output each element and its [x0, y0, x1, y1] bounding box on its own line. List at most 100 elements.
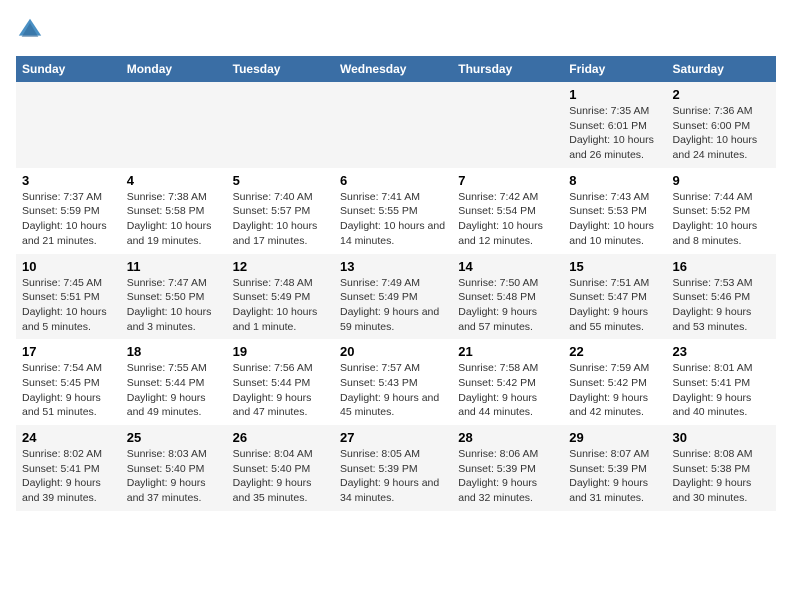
calendar-week-row: 17Sunrise: 7:54 AM Sunset: 5:45 PM Dayli…: [16, 339, 776, 425]
day-info: Sunrise: 7:47 AM Sunset: 5:50 PM Dayligh…: [127, 276, 221, 335]
day-number: 28: [458, 430, 557, 445]
day-info: Sunrise: 7:35 AM Sunset: 6:01 PM Dayligh…: [569, 104, 660, 163]
day-number: 14: [458, 259, 557, 274]
day-info: Sunrise: 7:48 AM Sunset: 5:49 PM Dayligh…: [233, 276, 328, 335]
calendar-cell: 1 Sunrise: 7:35 AM Sunset: 6:01 PM Daylig…: [563, 82, 666, 168]
day-number: 11: [127, 259, 221, 274]
day-info: Sunrise: 7:43 AM Sunset: 5:53 PM Dayligh…: [569, 190, 660, 249]
day-info: Sunrise: 8:04 AM Sunset: 5:40 PM Dayligh…: [233, 447, 328, 506]
day-number: 7: [458, 173, 557, 188]
logo-icon: [16, 16, 44, 44]
day-info: Sunrise: 7:40 AM Sunset: 5:57 PM Dayligh…: [233, 190, 328, 249]
day-number: 4: [127, 173, 221, 188]
day-info: Sunrise: 8:02 AM Sunset: 5:41 PM Dayligh…: [22, 447, 115, 506]
day-info: Sunrise: 7:41 AM Sunset: 5:55 PM Dayligh…: [340, 190, 446, 249]
day-info: Sunrise: 7:49 AM Sunset: 5:49 PM Dayligh…: [340, 276, 446, 335]
calendar-cell: 3 Sunrise: 7:37 AM Sunset: 5:59 PM Daylig…: [16, 168, 121, 254]
day-info: Sunrise: 7:57 AM Sunset: 5:43 PM Dayligh…: [340, 361, 446, 420]
day-info: Sunrise: 8:06 AM Sunset: 5:39 PM Dayligh…: [458, 447, 557, 506]
day-info: Sunrise: 7:36 AM Sunset: 6:00 PM Dayligh…: [673, 104, 770, 163]
day-number: 3: [22, 173, 115, 188]
calendar-week-row: 3 Sunrise: 7:37 AM Sunset: 5:59 PM Daylig…: [16, 168, 776, 254]
calendar-cell: 7 Sunrise: 7:42 AM Sunset: 5:54 PM Daylig…: [452, 168, 563, 254]
day-info: Sunrise: 7:51 AM Sunset: 5:47 PM Dayligh…: [569, 276, 660, 335]
calendar-cell: 18Sunrise: 7:55 AM Sunset: 5:44 PM Dayli…: [121, 339, 227, 425]
day-info: Sunrise: 7:45 AM Sunset: 5:51 PM Dayligh…: [22, 276, 115, 335]
calendar-cell: 23 Sunrise: 8:01 AM Sunset: 5:41 PM Dayli…: [667, 339, 776, 425]
day-number: 16: [673, 259, 770, 274]
day-number: 1: [569, 87, 660, 102]
calendar-cell: 28 Sunrise: 8:06 AM Sunset: 5:39 PM Dayli…: [452, 425, 563, 511]
calendar-cell: 6 Sunrise: 7:41 AM Sunset: 5:55 PM Daylig…: [334, 168, 452, 254]
day-number: 21: [458, 344, 557, 359]
day-number: 19: [233, 344, 328, 359]
calendar-cell: 14Sunrise: 7:50 AM Sunset: 5:48 PM Dayli…: [452, 254, 563, 340]
weekday-header-friday: Friday: [563, 56, 666, 82]
calendar-cell: 8 Sunrise: 7:43 AM Sunset: 5:53 PM Daylig…: [563, 168, 666, 254]
day-info: Sunrise: 8:07 AM Sunset: 5:39 PM Dayligh…: [569, 447, 660, 506]
day-info: Sunrise: 7:56 AM Sunset: 5:44 PM Dayligh…: [233, 361, 328, 420]
calendar-cell: 13 Sunrise: 7:49 AM Sunset: 5:49 PM Dayli…: [334, 254, 452, 340]
day-info: Sunrise: 7:54 AM Sunset: 5:45 PM Dayligh…: [22, 361, 115, 420]
calendar-cell: 16 Sunrise: 7:53 AM Sunset: 5:46 PM Dayli…: [667, 254, 776, 340]
day-info: Sunrise: 7:38 AM Sunset: 5:58 PM Dayligh…: [127, 190, 221, 249]
day-number: 13: [340, 259, 446, 274]
day-number: 5: [233, 173, 328, 188]
calendar-cell: 4 Sunrise: 7:38 AM Sunset: 5:58 PM Daylig…: [121, 168, 227, 254]
day-number: 25: [127, 430, 221, 445]
day-number: 6: [340, 173, 446, 188]
calendar-cell: 19 Sunrise: 7:56 AM Sunset: 5:44 PM Dayli…: [227, 339, 334, 425]
calendar-cell: 11 Sunrise: 7:47 AM Sunset: 5:50 PM Dayli…: [121, 254, 227, 340]
day-info: Sunrise: 7:55 AM Sunset: 5:44 PM Dayligh…: [127, 361, 221, 420]
calendar-cell: 17Sunrise: 7:54 AM Sunset: 5:45 PM Dayli…: [16, 339, 121, 425]
calendar-cell: 27 Sunrise: 8:05 AM Sunset: 5:39 PM Dayli…: [334, 425, 452, 511]
day-info: Sunrise: 8:08 AM Sunset: 5:38 PM Dayligh…: [673, 447, 770, 506]
weekday-header-saturday: Saturday: [667, 56, 776, 82]
day-number: 8: [569, 173, 660, 188]
day-number: 10: [22, 259, 115, 274]
calendar-week-row: 1 Sunrise: 7:35 AM Sunset: 6:01 PM Daylig…: [16, 82, 776, 168]
calendar-cell: 24Sunrise: 8:02 AM Sunset: 5:41 PM Dayli…: [16, 425, 121, 511]
calendar-cell: [121, 82, 227, 168]
weekday-header-wednesday: Wednesday: [334, 56, 452, 82]
day-number: 2: [673, 87, 770, 102]
calendar-cell: 9Sunrise: 7:44 AM Sunset: 5:52 PM Daylig…: [667, 168, 776, 254]
day-info: Sunrise: 7:44 AM Sunset: 5:52 PM Dayligh…: [673, 190, 770, 249]
day-number: 26: [233, 430, 328, 445]
logo: [16, 16, 48, 44]
calendar-cell: 5 Sunrise: 7:40 AM Sunset: 5:57 PM Daylig…: [227, 168, 334, 254]
day-info: Sunrise: 8:03 AM Sunset: 5:40 PM Dayligh…: [127, 447, 221, 506]
day-number: 15: [569, 259, 660, 274]
day-number: 20: [340, 344, 446, 359]
day-number: 12: [233, 259, 328, 274]
calendar-cell: 30Sunrise: 8:08 AM Sunset: 5:38 PM Dayli…: [667, 425, 776, 511]
day-info: Sunrise: 7:42 AM Sunset: 5:54 PM Dayligh…: [458, 190, 557, 249]
calendar-cell: 22 Sunrise: 7:59 AM Sunset: 5:42 PM Dayli…: [563, 339, 666, 425]
calendar-cell: 20 Sunrise: 7:57 AM Sunset: 5:43 PM Dayli…: [334, 339, 452, 425]
calendar-cell: 10 Sunrise: 7:45 AM Sunset: 5:51 PM Dayli…: [16, 254, 121, 340]
day-info: Sunrise: 7:53 AM Sunset: 5:46 PM Dayligh…: [673, 276, 770, 335]
day-number: 23: [673, 344, 770, 359]
weekday-header-monday: Monday: [121, 56, 227, 82]
calendar-cell: [334, 82, 452, 168]
day-info: Sunrise: 8:05 AM Sunset: 5:39 PM Dayligh…: [340, 447, 446, 506]
weekday-header-tuesday: Tuesday: [227, 56, 334, 82]
calendar-cell: 21Sunrise: 7:58 AM Sunset: 5:42 PM Dayli…: [452, 339, 563, 425]
calendar-cell: [227, 82, 334, 168]
day-number: 29: [569, 430, 660, 445]
calendar-cell: 12 Sunrise: 7:48 AM Sunset: 5:49 PM Dayli…: [227, 254, 334, 340]
calendar-week-row: 24Sunrise: 8:02 AM Sunset: 5:41 PM Dayli…: [16, 425, 776, 511]
day-info: Sunrise: 8:01 AM Sunset: 5:41 PM Dayligh…: [673, 361, 770, 420]
calendar-cell: 26 Sunrise: 8:04 AM Sunset: 5:40 PM Dayli…: [227, 425, 334, 511]
calendar-week-row: 10 Sunrise: 7:45 AM Sunset: 5:51 PM Dayli…: [16, 254, 776, 340]
weekday-header-thursday: Thursday: [452, 56, 563, 82]
day-info: Sunrise: 7:37 AM Sunset: 5:59 PM Dayligh…: [22, 190, 115, 249]
page-header: [16, 16, 776, 44]
day-number: 22: [569, 344, 660, 359]
day-info: Sunrise: 7:59 AM Sunset: 5:42 PM Dayligh…: [569, 361, 660, 420]
calendar-cell: 29 Sunrise: 8:07 AM Sunset: 5:39 PM Dayli…: [563, 425, 666, 511]
day-number: 27: [340, 430, 446, 445]
calendar-cell: [16, 82, 121, 168]
calendar-cell: 25 Sunrise: 8:03 AM Sunset: 5:40 PM Dayli…: [121, 425, 227, 511]
calendar-table: SundayMondayTuesdayWednesdayThursdayFrid…: [16, 56, 776, 511]
